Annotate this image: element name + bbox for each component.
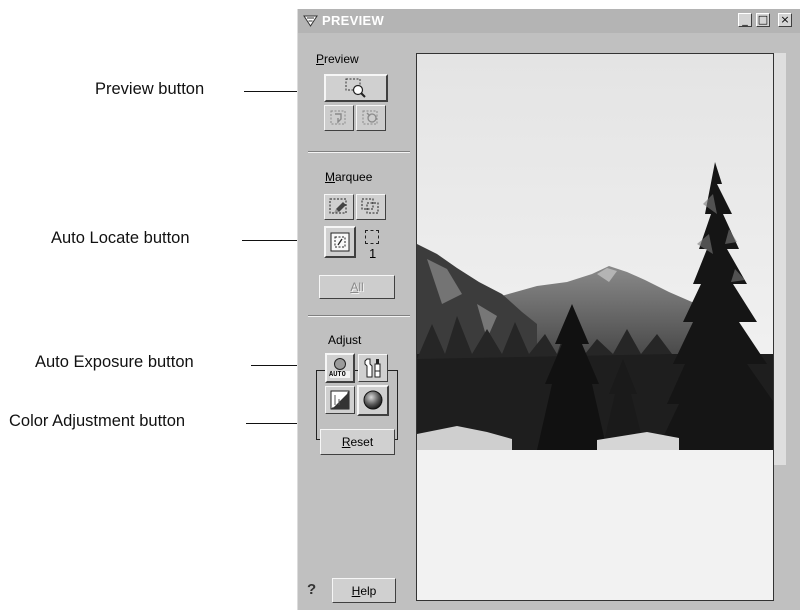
close-button[interactable]: × (778, 13, 792, 27)
minimize-button[interactable]: _ (738, 13, 752, 27)
zoom-preview-button[interactable] (324, 105, 354, 131)
reset-button-label: Reset (341, 435, 374, 449)
tool-panel: Preview Marquee 1 All Adjust AUTO Reset … (298, 33, 413, 610)
color-adjustment-icon (363, 390, 383, 410)
tools-icon (364, 358, 381, 378)
tone-correction-button[interactable] (325, 386, 355, 414)
image-controls-button[interactable] (358, 354, 388, 382)
delete-marquee-icon (361, 198, 379, 214)
preview-button-callout: Preview button (95, 80, 205, 98)
auto-exposure-callout: Auto Exposure button (35, 353, 194, 371)
zoom-out-preview-button[interactable] (356, 105, 386, 131)
maximize-button[interactable]: □ (756, 13, 770, 27)
section-divider (308, 151, 410, 153)
help-icon[interactable]: ? (307, 581, 316, 598)
auto-exposure-text: AUTO (329, 370, 346, 378)
auto-locate-button[interactable] (324, 226, 356, 258)
marquee-count-icon (365, 230, 379, 244)
window-title: PREVIEW (322, 13, 385, 28)
create-marquee-icon (329, 198, 347, 214)
auto-locate-icon (330, 232, 350, 252)
help-button[interactable]: Help (332, 578, 396, 603)
color-adjustment-callout: Color Adjustment button (9, 412, 186, 430)
create-marquee-button[interactable] (324, 194, 354, 220)
preview-scrollbar[interactable] (774, 53, 786, 465)
tone-correction-icon (330, 390, 350, 410)
all-marquees-button[interactable]: All (319, 275, 395, 299)
zoom-out-preview-icon (362, 110, 378, 125)
help-button-label: Help (351, 584, 377, 598)
auto-locate-callout: Auto Locate button (51, 229, 190, 247)
preview-section-label: Preview (316, 52, 359, 66)
landscape-preview-image (417, 54, 773, 450)
delete-marquee-button[interactable] (356, 194, 386, 220)
preview-button[interactable] (324, 74, 388, 102)
zoom-preview-icon (330, 110, 346, 125)
marquee-section-label: Marquee (325, 170, 373, 184)
preview-magnify-icon (345, 78, 366, 98)
reset-button[interactable]: Reset (320, 429, 395, 455)
title-bar[interactable]: PREVIEW _ □ × (298, 9, 800, 33)
section-divider (308, 315, 410, 317)
all-button-label: All (350, 280, 364, 294)
marquee-count: 1 (369, 246, 377, 261)
epson-scanner-icon (303, 15, 318, 27)
preview-window: PREVIEW _ □ × Preview Marquee 1 All Adju… (297, 9, 800, 610)
color-adjustment-button[interactable] (357, 385, 389, 416)
preview-image-area[interactable] (416, 53, 774, 601)
adjust-section-label: Adjust (328, 333, 362, 347)
auto-exposure-button[interactable]: AUTO (325, 353, 355, 383)
